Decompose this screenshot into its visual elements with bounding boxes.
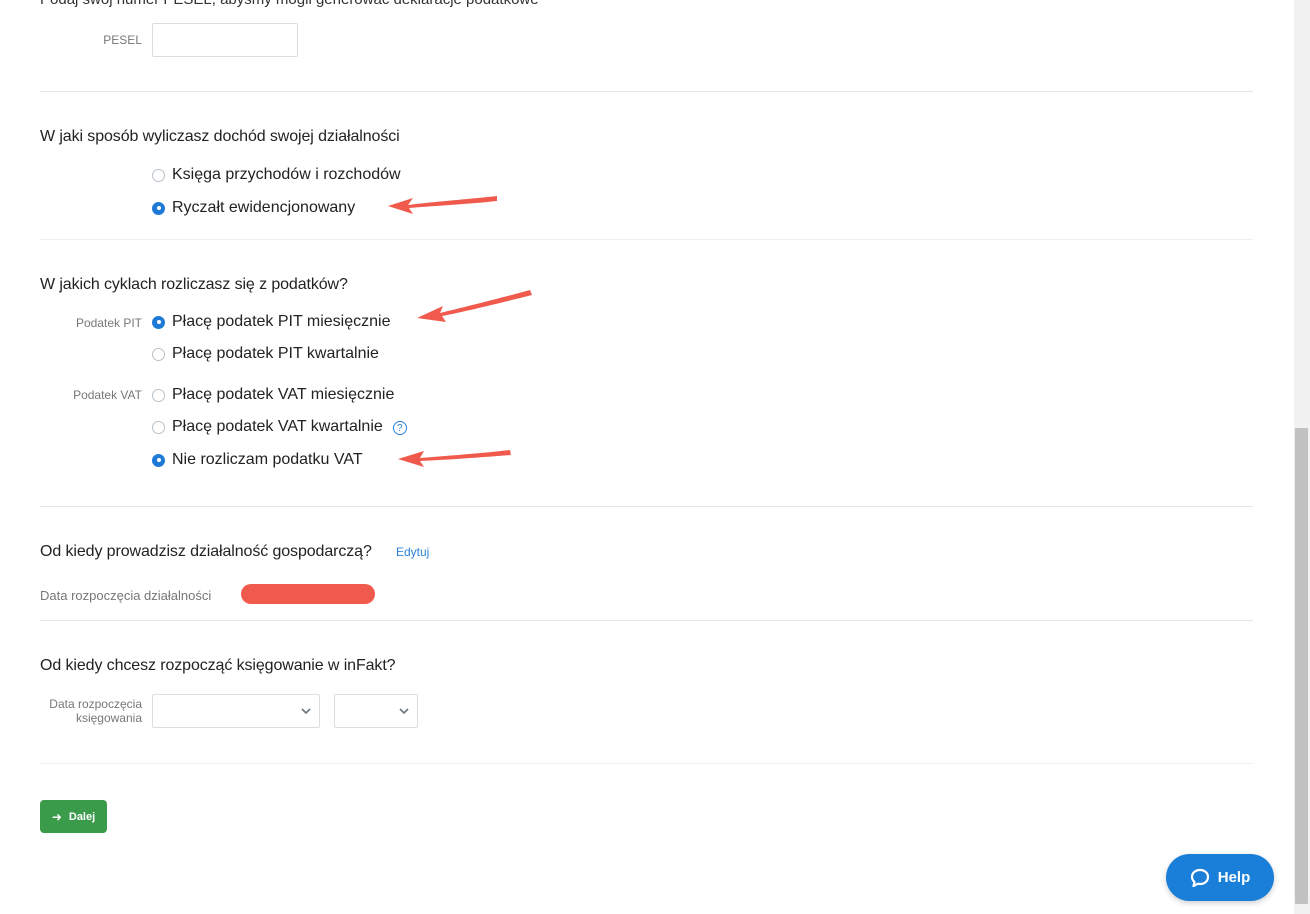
question-mark-icon[interactable]: ? <box>392 421 407 435</box>
radio-label: Płacę podatek PIT kwartalnie <box>172 345 379 362</box>
help-button-label: Help <box>1217 869 1251 886</box>
accounting-start-date-label: Data rozpoczęcia księgowania <box>30 697 142 725</box>
label-line: księgowania <box>75 711 142 725</box>
divider <box>40 763 1253 764</box>
next-button[interactable]: ➜ Dalej <box>40 800 107 833</box>
help-button[interactable]: Help <box>1166 854 1274 901</box>
annotation-arrow <box>388 196 497 214</box>
radio-circle[interactable] <box>152 388 165 402</box>
radio-ksiega[interactable]: Księga przychodów i rozchodów <box>152 165 401 185</box>
divider <box>40 239 1253 240</box>
pesel-input[interactable] <box>152 23 298 57</box>
divider <box>40 620 1253 621</box>
radio-label: Księga przychodów i rozchodów <box>172 166 401 183</box>
vertical-scrollbar[interactable] <box>1294 0 1310 914</box>
radio-circle[interactable] <box>152 347 165 361</box>
redaction-mark <box>241 584 375 604</box>
annotation-arrow <box>398 450 511 467</box>
radio-circle[interactable] <box>152 168 165 182</box>
chevron-down-icon <box>399 708 409 715</box>
pit-label: Podatek PIT <box>75 316 142 330</box>
radio-label: Płacę podatek PIT miesięcznie <box>172 313 391 330</box>
edit-link[interactable]: Edytuj <box>396 545 429 559</box>
radio-label: Płacę podatek VAT miesięcznie <box>172 386 395 403</box>
annotation-arrow <box>417 290 532 322</box>
radio-no-vat[interactable]: Nie rozliczam podatku VAT <box>152 450 363 470</box>
radio-circle-checked[interactable] <box>152 315 165 329</box>
radio-label: Nie rozliczam podatku VAT <box>172 451 363 468</box>
business-start-title: Od kiedy prowadzisz działalność gospodar… <box>40 543 372 560</box>
chevron-down-icon <box>301 708 311 715</box>
radio-ryczalt[interactable]: Ryczałt ewidencjonowany <box>152 198 355 218</box>
radio-label: Płacę podatek VAT kwartalnie <box>172 418 383 435</box>
radio-pit-quarterly[interactable]: Płacę podatek PIT kwartalnie <box>152 344 379 364</box>
arrow-right-icon: ➜ <box>51 809 62 824</box>
scrollbar-thumb[interactable] <box>1295 428 1308 904</box>
pesel-label: PESEL <box>103 33 142 47</box>
month-select[interactable] <box>152 694 320 728</box>
label-line: Data rozpoczęcia <box>49 697 142 711</box>
pesel-intro-text: Podaj swój numer PESEL, abyśmy mogli gen… <box>40 0 539 8</box>
accounting-start-title: Od kiedy chcesz rozpocząć księgowanie w … <box>40 657 396 674</box>
radio-circle-checked[interactable] <box>152 201 165 215</box>
radio-label: Ryczałt ewidencjonowany <box>172 199 356 216</box>
radio-vat-quarterly[interactable]: Płacę podatek VAT kwartalnie ? <box>152 417 407 437</box>
vat-label: Podatek VAT <box>73 388 142 402</box>
divider <box>40 91 1253 92</box>
radio-circle[interactable] <box>152 420 165 434</box>
year-select[interactable] <box>334 694 418 728</box>
chat-bubble-icon <box>1190 868 1209 887</box>
divider <box>40 506 1253 507</box>
radio-circle-checked[interactable] <box>152 453 165 467</box>
business-start-date-label: Data rozpoczęcia działalności <box>40 588 212 603</box>
next-button-label: Dalej <box>68 810 96 823</box>
radio-vat-monthly[interactable]: Płacę podatek VAT miesięcznie <box>152 385 394 405</box>
tax-cycle-title: W jakich cyklach rozliczasz się z podatk… <box>40 276 348 293</box>
income-method-title: W jaki sposób wyliczasz dochód swojej dz… <box>40 128 400 145</box>
radio-pit-monthly[interactable]: Płacę podatek PIT miesięcznie <box>152 312 390 332</box>
